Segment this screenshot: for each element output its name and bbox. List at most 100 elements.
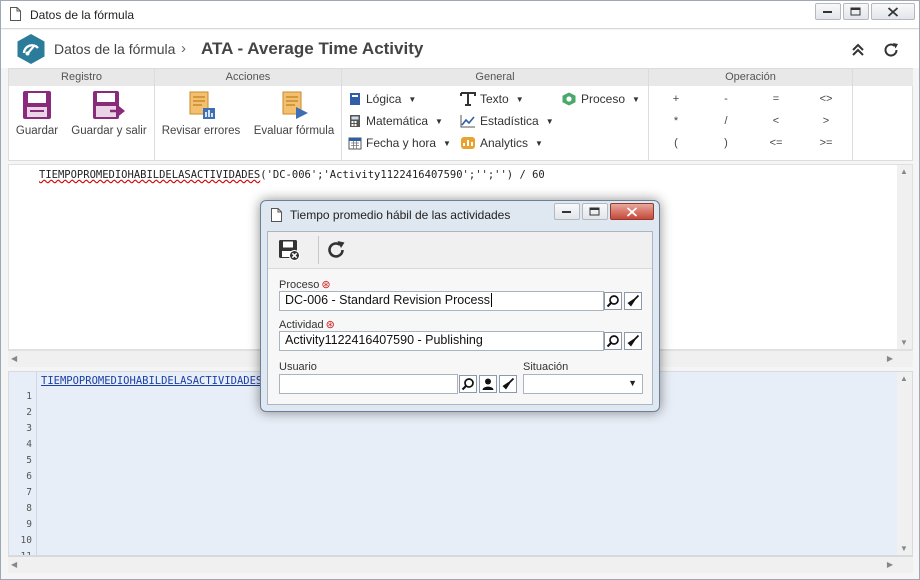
usuario-input[interactable] xyxy=(279,374,458,394)
usuario-select-user-button[interactable] xyxy=(479,375,497,393)
window-title: Datos de la fórmula xyxy=(30,8,135,22)
operator-plus[interactable]: + xyxy=(666,93,686,105)
guardar-y-salir-label: Guardar y salir xyxy=(71,125,147,137)
operator-divide[interactable]: / xyxy=(716,115,736,127)
line-number: 9 xyxy=(26,519,32,530)
maximize-button[interactable] xyxy=(843,3,869,20)
actividad-field-label: Actividad ⊛ xyxy=(279,318,335,331)
estadistica-menu[interactable]: Estadística ▼ xyxy=(460,114,554,128)
document-icon xyxy=(10,7,21,21)
operator-equals[interactable]: = xyxy=(766,93,786,105)
guardar-label: Guardar xyxy=(15,125,59,137)
tiempo-promedio-dialog: Tiempo promedio hábil de las actividades xyxy=(260,200,660,412)
app-logo-icon xyxy=(17,34,45,64)
scroll-right-icon[interactable]: ▶ xyxy=(887,560,893,569)
guardar-button[interactable]: Guardar xyxy=(15,90,59,137)
operator-greater-equal[interactable]: >= xyxy=(816,137,836,149)
matematica-menu[interactable]: Matemática ▼ xyxy=(348,114,443,128)
operator-close-paren[interactable]: ) xyxy=(716,137,736,149)
search-icon xyxy=(606,295,619,308)
search-icon xyxy=(606,335,619,348)
operator-multiply[interactable]: * xyxy=(666,115,686,127)
breadcrumb-separator: › xyxy=(181,40,186,57)
broom-icon xyxy=(627,294,640,307)
user-icon xyxy=(482,378,494,390)
minimize-button[interactable] xyxy=(815,3,841,20)
texto-menu[interactable]: Texto ▼ xyxy=(460,92,524,106)
evaluar-formula-button[interactable]: Evaluar fórmula xyxy=(251,90,337,137)
scroll-right-icon[interactable]: ▶ xyxy=(887,354,893,363)
scroll-down-icon[interactable]: ▼ xyxy=(900,338,908,347)
dialog-maximize-button[interactable] xyxy=(582,203,608,220)
ribbon-group-label: General xyxy=(342,69,648,86)
code-vertical-scrollbar[interactable]: ▲ ▼ xyxy=(897,372,912,555)
line-number: 8 xyxy=(26,503,32,514)
process-hexagon-icon xyxy=(562,92,576,106)
estadistica-label: Estadística xyxy=(480,114,539,128)
proceso-clear-button[interactable] xyxy=(624,292,642,310)
usuario-clear-button[interactable] xyxy=(499,375,517,393)
scroll-up-icon[interactable]: ▲ xyxy=(900,374,908,383)
operator-greater-than[interactable]: > xyxy=(816,115,836,127)
operator-open-paren[interactable]: ( xyxy=(666,137,686,149)
required-icon: ⊛ xyxy=(321,279,331,291)
dialog-close-button[interactable] xyxy=(610,203,654,220)
proceso-search-button[interactable] xyxy=(604,292,622,310)
fecha-y-hora-label: Fecha y hora xyxy=(366,136,437,150)
save-icon xyxy=(23,91,51,119)
operator-less-equal[interactable]: <= xyxy=(766,137,786,149)
close-button[interactable] xyxy=(871,3,915,20)
collapse-icon[interactable] xyxy=(849,41,867,59)
code-line[interactable]: TIEMPOPROMEDIOHABILDELASACTIVIDADES xyxy=(41,375,262,387)
ribbon-group-general: General Lógica ▼ Matemática ▼ Fecha y hora… xyxy=(342,69,649,160)
text-cursor xyxy=(490,293,492,307)
analytics-menu[interactable]: Analytics ▼ xyxy=(460,136,543,150)
save-close-icon[interactable] xyxy=(278,239,300,261)
revisar-errores-label: Revisar errores xyxy=(161,125,241,137)
actividad-input[interactable]: Activity1122416407590 - Publishing xyxy=(279,331,604,351)
fecha-y-hora-menu[interactable]: Fecha y hora ▼ xyxy=(348,136,451,150)
scroll-left-icon[interactable]: ◀ xyxy=(11,560,17,569)
line-number: 4 xyxy=(26,439,32,450)
line-number: 7 xyxy=(26,487,32,498)
logica-label: Lógica xyxy=(366,92,402,106)
editor-vertical-scrollbar[interactable]: ▲ ▼ xyxy=(897,165,912,349)
dialog-minimize-button[interactable] xyxy=(554,203,580,220)
breadcrumb[interactable]: Datos de la fórmula xyxy=(54,41,175,57)
refresh-icon[interactable] xyxy=(325,239,347,261)
line-number-gutter: 1 2 3 4 5 6 7 8 9 10 11 xyxy=(9,372,37,555)
chevron-down-icon: ▼ xyxy=(628,378,637,388)
ribbon-group-label: Operación xyxy=(649,69,852,86)
ribbon-group-registro: Registro Guardar Guardar y salir xyxy=(9,69,155,160)
code-horizontal-scrollbar[interactable]: ◀ ▶ xyxy=(8,556,913,573)
proceso-menu[interactable]: Proceso ▼ xyxy=(561,92,640,106)
analytics-label: Analytics xyxy=(480,136,529,150)
broom-icon xyxy=(627,334,640,347)
proceso-input[interactable]: DC-006 - Standard Revision Process xyxy=(279,291,604,311)
operator-minus[interactable]: - xyxy=(716,93,736,105)
formula-text[interactable]: TIEMPOPROMEDIOHABILDELASACTIVIDADES('DC-… xyxy=(39,169,545,181)
broom-icon xyxy=(502,377,515,390)
scroll-up-icon[interactable]: ▲ xyxy=(900,167,908,176)
window-titlebar: Datos de la fórmula xyxy=(1,1,919,29)
actividad-label-text: Actividad xyxy=(279,319,324,331)
situacion-select[interactable]: ▼ xyxy=(523,374,643,394)
actividad-search-button[interactable] xyxy=(604,332,622,350)
situacion-field-label: Situación xyxy=(523,361,569,373)
actividad-clear-button[interactable] xyxy=(624,332,642,350)
guardar-y-salir-button[interactable]: Guardar y salir xyxy=(69,90,149,137)
refresh-icon[interactable] xyxy=(882,41,900,59)
review-errors-icon xyxy=(189,91,215,119)
page-title: ATA - Average Time Activity xyxy=(201,39,424,58)
operator-less-than[interactable]: < xyxy=(766,115,786,127)
scroll-left-icon[interactable]: ◀ xyxy=(11,354,17,363)
scroll-down-icon[interactable]: ▼ xyxy=(900,544,908,553)
logica-menu[interactable]: Lógica ▼ xyxy=(348,92,416,106)
actividad-input-value: Activity1122416407590 - Publishing xyxy=(285,333,483,347)
proceso-field-label: Proceso ⊛ xyxy=(279,278,331,291)
ribbon-toolbar: Registro Guardar Guardar y salir Accione… xyxy=(8,68,913,161)
usuario-search-button[interactable] xyxy=(459,375,477,393)
revisar-errores-button[interactable]: Revisar errores xyxy=(161,90,241,137)
line-number: 1 xyxy=(26,391,32,402)
operator-not-equal[interactable]: <> xyxy=(816,93,836,105)
